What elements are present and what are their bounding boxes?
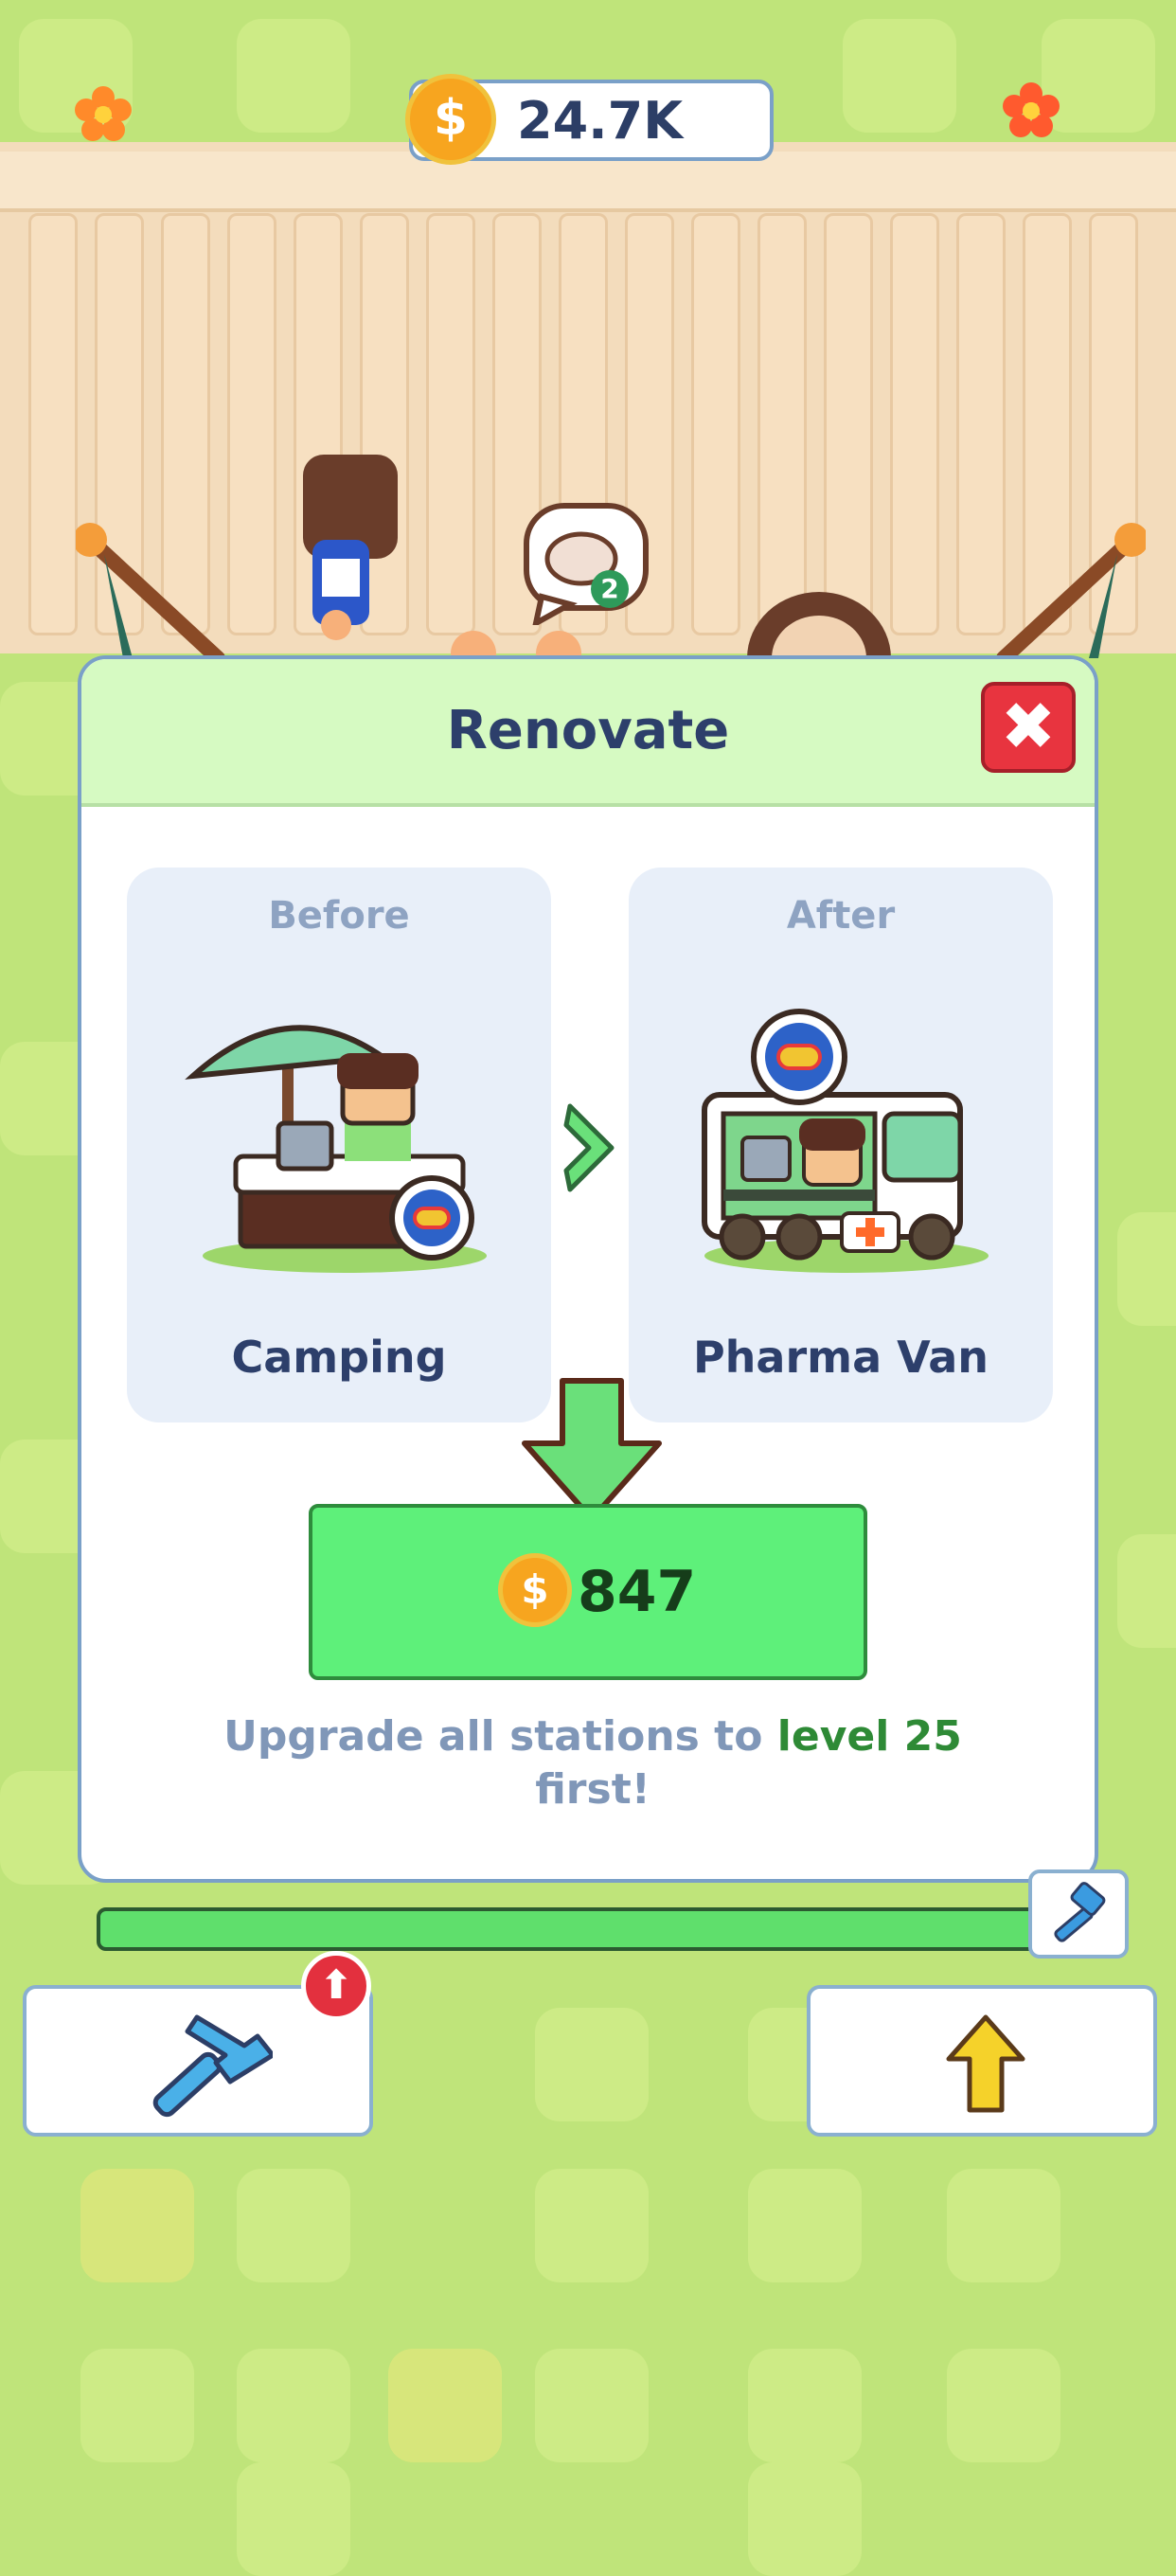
fence-plank	[691, 213, 740, 635]
arrow-up-icon	[946, 2014, 1025, 2113]
grass-tile	[535, 2008, 649, 2121]
grass-tile	[748, 2462, 862, 2576]
fence-plank	[824, 213, 873, 635]
grass-tile	[535, 2349, 649, 2462]
grass-tile	[237, 2462, 350, 2576]
after-label: After	[786, 894, 896, 938]
requirement-level: level 25	[776, 1712, 962, 1761]
flag-pole-right	[996, 523, 1146, 658]
grass-tile	[1117, 1212, 1176, 1326]
customer-character	[303, 455, 398, 640]
customer-head	[747, 592, 891, 658]
dialog-header: Renovate ✖	[81, 659, 1095, 807]
requirement-prefix: Upgrade all stations to	[223, 1712, 763, 1761]
grass-tile	[80, 2169, 194, 2282]
upgrade-button[interactable]	[807, 1985, 1157, 2137]
grass-tile	[237, 2169, 350, 2282]
coin-balance-value: 24.7K	[517, 91, 684, 151]
pharma-van-icon	[702, 1009, 989, 1273]
grass-tile	[237, 2349, 350, 2462]
fence-plank	[757, 213, 807, 635]
after-card: After Pharma Van	[629, 868, 1053, 1422]
grass-tile	[843, 19, 956, 133]
bandage-request-icon	[524, 503, 649, 625]
grass-tile	[947, 2169, 1060, 2282]
renovate-buy-button[interactable]: $ 847	[309, 1504, 867, 1680]
after-station-name: Pharma Van	[692, 1332, 989, 1383]
grass-tile	[748, 2169, 862, 2282]
before-station-name: Camping	[231, 1332, 447, 1383]
fence-plank	[28, 213, 78, 635]
before-card: Before Camping	[127, 868, 551, 1422]
camping-stand-icon	[185, 1025, 487, 1273]
dialog-title: Renovate	[446, 700, 730, 761]
flower-icon	[75, 86, 132, 141]
requirement-suffix: first!	[535, 1765, 650, 1814]
fence-plank	[426, 213, 475, 635]
requirement-text: Upgrade all stations to level 25 first!	[176, 1710, 1009, 1816]
renovate-price: 847	[578, 1559, 697, 1625]
coin-icon: $	[498, 1553, 572, 1627]
upgrade-available-badge: ⬆	[301, 1951, 371, 2021]
grass-tile	[535, 2169, 649, 2282]
grass-tile	[80, 2349, 194, 2462]
hammer-icon	[152, 2014, 273, 2118]
request-count-badge: 2	[591, 570, 629, 608]
close-button[interactable]: ✖	[981, 682, 1076, 773]
flag-pole-left	[76, 523, 225, 658]
before-label: Before	[268, 894, 410, 938]
renovate-dialog: Renovate ✖ Before Camping After Pharma V…	[78, 655, 1098, 1883]
station-progress-bar	[97, 1907, 1047, 1951]
flower-icon	[1003, 82, 1060, 137]
coin-icon: $	[405, 74, 496, 165]
grass-tile	[947, 2349, 1060, 2462]
renovate-hammer-chip[interactable]	[1028, 1869, 1129, 1959]
grass-tile	[388, 2349, 502, 2462]
grass-tile	[1117, 1534, 1176, 1648]
hammer-icon	[1054, 1882, 1106, 1942]
fence-plank	[890, 213, 939, 635]
request-bubble[interactable]: 2	[523, 502, 650, 625]
chevron-right-icon	[563, 1103, 615, 1192]
grass-tile	[748, 2349, 862, 2462]
grass-tile	[237, 19, 350, 133]
